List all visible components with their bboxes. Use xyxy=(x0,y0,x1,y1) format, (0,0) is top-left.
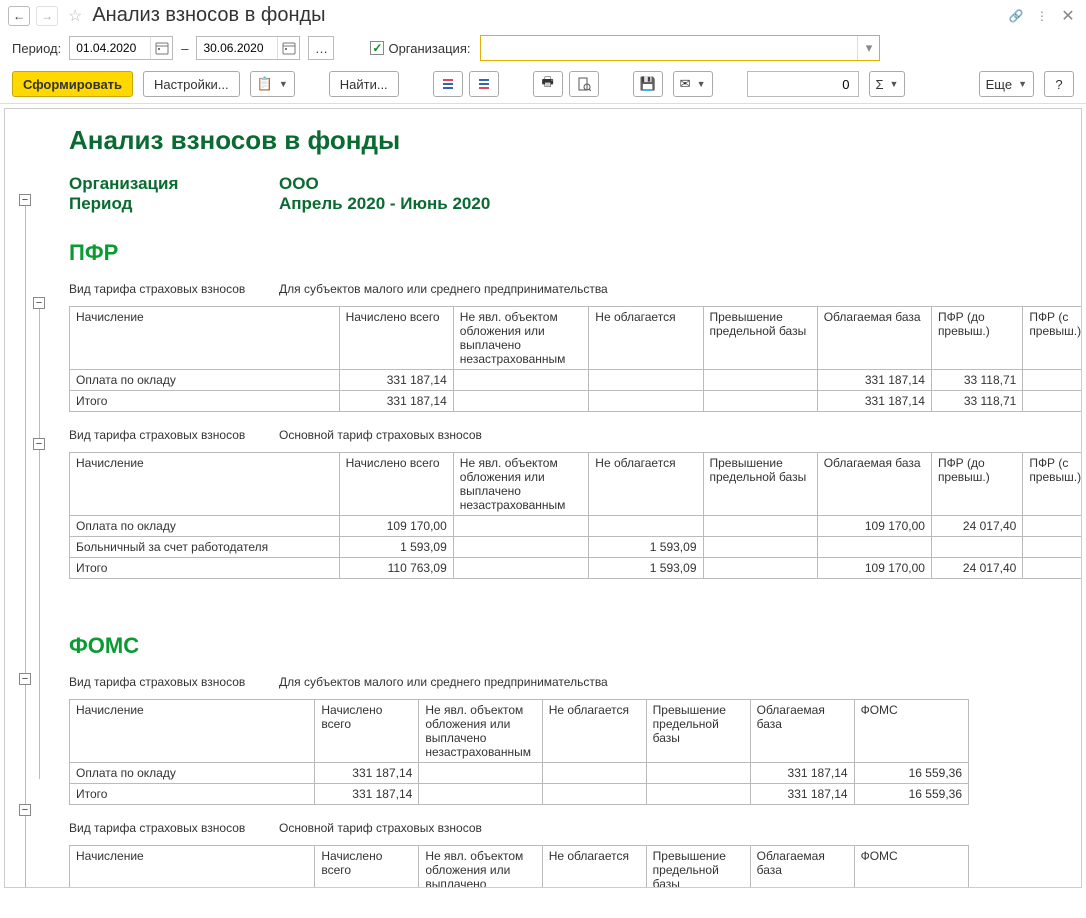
section-title-pfr: ПФР xyxy=(69,240,1061,266)
chevron-down-icon[interactable]: ▾ xyxy=(857,36,879,60)
save-button[interactable]: 💾 xyxy=(633,71,663,97)
table-header-row: Начисление Начислено всего Не явл. объек… xyxy=(70,700,969,763)
org-filter-checkbox[interactable]: ✓ Организация: xyxy=(370,41,470,56)
meta-org-label: Организация xyxy=(69,174,279,194)
print-button[interactable]: 🖶 xyxy=(533,71,563,97)
list-expand-icon xyxy=(477,77,491,91)
period-label: Период: xyxy=(12,41,61,56)
meta-org-value: ООО xyxy=(279,174,319,194)
table-header-row: Начисление Начислено всего Не явл. объек… xyxy=(70,846,969,889)
foms-table-sme: Начисление Начислено всего Не явл. объек… xyxy=(69,699,969,805)
list-collapse-icon xyxy=(441,77,455,91)
chevron-down-icon: ▼ xyxy=(697,79,706,89)
org-input[interactable] xyxy=(481,36,857,60)
period-ellipsis-button[interactable]: … xyxy=(308,36,334,60)
org-combo[interactable]: ▾ xyxy=(480,35,880,61)
sum-input[interactable] xyxy=(748,77,858,92)
chevron-down-icon: ▼ xyxy=(890,79,899,89)
link-icon[interactable]: 🔗 xyxy=(1006,6,1026,26)
mail-dropdown[interactable]: ✉▼ xyxy=(673,71,713,97)
more-menu-icon[interactable]: ⋮ xyxy=(1032,6,1052,26)
date-to-field[interactable] xyxy=(196,36,300,60)
mail-icon: ✉ xyxy=(680,76,691,92)
table-row[interactable]: Оплата по окладу 109 170,00 109 170,00 2… xyxy=(70,516,1083,537)
date-from-input[interactable] xyxy=(70,41,150,55)
section-title-foms: ФОМС xyxy=(69,633,1061,659)
chevron-down-icon: ▼ xyxy=(1018,79,1027,89)
tree-toggle[interactable]: − xyxy=(33,438,45,450)
tree-toggle[interactable]: − xyxy=(19,194,31,206)
date-dash: – xyxy=(181,41,188,56)
favorite-star-icon[interactable]: ☆ xyxy=(64,6,86,26)
sigma-dropdown[interactable]: Σ▼ xyxy=(869,71,906,97)
preview-button[interactable] xyxy=(569,71,599,97)
tree-toggle[interactable]: − xyxy=(33,297,45,309)
expand-groups-button[interactable] xyxy=(469,71,499,97)
meta-period-label: Период xyxy=(69,194,279,214)
help-button[interactable]: ? xyxy=(1044,71,1074,97)
table-row[interactable]: Итого 331 187,14 331 187,14 16 559,36 xyxy=(70,784,969,805)
table-row[interactable]: Итого 331 187,14 331 187,14 33 118,71 xyxy=(70,391,1083,412)
chevron-down-icon: ▼ xyxy=(279,79,288,89)
generate-button[interactable]: Сформировать xyxy=(12,71,133,97)
calendar-icon[interactable] xyxy=(277,37,299,59)
arrow-right-icon: → xyxy=(41,9,53,23)
date-to-input[interactable] xyxy=(197,41,277,55)
foms-table-main: Начисление Начислено всего Не явл. объек… xyxy=(69,845,969,888)
table-row[interactable]: Оплата по окладу 331 187,14 331 187,14 3… xyxy=(70,370,1083,391)
variants-dropdown[interactable]: 📋▼ xyxy=(250,71,295,97)
table-row[interactable]: Оплата по окладу 331 187,14 331 187,14 1… xyxy=(70,763,969,784)
org-label: Организация: xyxy=(388,41,470,56)
sigma-icon: Σ xyxy=(876,77,884,92)
nav-back-button[interactable]: ← xyxy=(8,6,30,26)
more-button[interactable]: Еще▼ xyxy=(979,71,1034,97)
report-area[interactable]: − − − − − Анализ взносов в фонды Организ… xyxy=(4,108,1082,888)
table-row[interactable]: Больничный за счет работодателя 1 593,09… xyxy=(70,537,1083,558)
nav-forward-button[interactable]: → xyxy=(36,6,58,26)
table-header-row: Начисление Начислено всего Не явл. объек… xyxy=(70,307,1083,370)
tariff-value: Для субъектов малого или среднего предпр… xyxy=(279,282,608,296)
tree-toggle[interactable]: − xyxy=(19,804,31,816)
save-icon: 💾 xyxy=(640,76,656,92)
collapse-groups-button[interactable] xyxy=(433,71,463,97)
preview-icon xyxy=(577,77,591,91)
tariff-value: Для субъектов малого или среднего предпр… xyxy=(279,675,608,689)
table-header-row: Начисление Начислено всего Не явл. объек… xyxy=(70,453,1083,516)
tariff-label: Вид тарифа страховых взносов xyxy=(69,821,279,835)
tariff-label: Вид тарифа страховых взносов xyxy=(69,675,279,689)
close-icon[interactable]: ✕ xyxy=(1058,6,1078,26)
check-icon: ✓ xyxy=(370,41,384,55)
tariff-value: Основной тариф страховых взносов xyxy=(279,428,482,442)
find-button[interactable]: Найти... xyxy=(329,71,399,97)
window-title: Анализ взносов в фонды xyxy=(92,4,325,27)
tree-toggle[interactable]: − xyxy=(19,673,31,685)
print-icon: 🖶 xyxy=(542,73,554,95)
tariff-value: Основной тариф страховых взносов xyxy=(279,821,482,835)
report-title: Анализ взносов в фонды xyxy=(69,125,1061,156)
clipboard-icon: 📋 xyxy=(257,76,273,92)
tariff-label: Вид тарифа страховых взносов xyxy=(69,428,279,442)
pfr-table-main: Начисление Начислено всего Не явл. объек… xyxy=(69,452,1082,579)
table-row[interactable]: Итого 110 763,09 1 593,09 109 170,00 24 … xyxy=(70,558,1083,579)
pfr-table-sme: Начисление Начислено всего Не явл. объек… xyxy=(69,306,1082,412)
arrow-left-icon: ← xyxy=(13,9,25,23)
sum-field[interactable] xyxy=(747,71,859,97)
calendar-icon[interactable] xyxy=(150,37,172,59)
tariff-label: Вид тарифа страховых взносов xyxy=(69,282,279,296)
settings-button[interactable]: Настройки... xyxy=(143,71,240,97)
date-from-field[interactable] xyxy=(69,36,173,60)
meta-period-value: Апрель 2020 - Июнь 2020 xyxy=(279,194,490,214)
